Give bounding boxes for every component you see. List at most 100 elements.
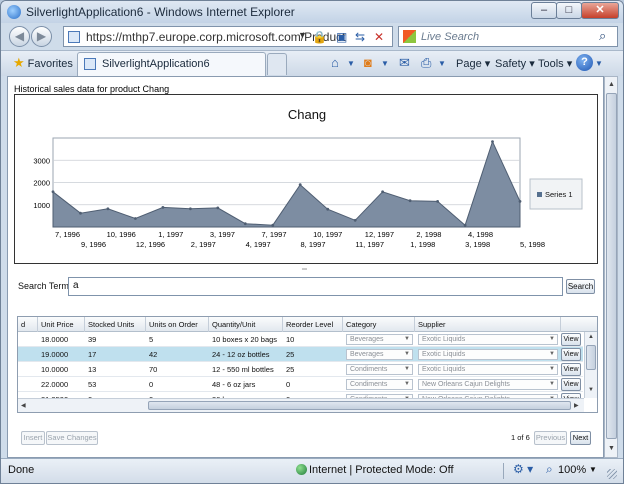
table-cell[interactable]: 39 bbox=[85, 332, 146, 347]
splitter-grip-icon[interactable]: ═ bbox=[302, 266, 307, 273]
table-cell[interactable]: 0 bbox=[146, 377, 209, 392]
security-zone[interactable]: Internet | Protected Mode: Off bbox=[309, 464, 454, 476]
chevron-down-icon[interactable]: ▼ bbox=[404, 380, 410, 389]
table-cell[interactable]: 10 bbox=[283, 332, 343, 347]
search-placeholder[interactable]: Live Search bbox=[421, 31, 479, 43]
search-button[interactable]: Search bbox=[566, 279, 595, 294]
scroll-up-icon[interactable]: ▲ bbox=[588, 334, 594, 340]
address-dropdown-icon[interactable]: ▼ bbox=[298, 30, 307, 40]
table-cell[interactable]: 48 - 6 oz jars bbox=[209, 377, 283, 392]
grid-vertical-scrollbar[interactable]: ▲ ▼ bbox=[584, 332, 597, 398]
new-tab-button[interactable] bbox=[267, 53, 287, 75]
table-cell[interactable]: 19.0000 bbox=[38, 347, 85, 362]
chevron-down-icon[interactable]: ▼ bbox=[549, 335, 555, 344]
forward-button[interactable]: ▶ bbox=[31, 26, 52, 47]
chevron-down-icon[interactable]: ▼ bbox=[404, 350, 410, 359]
column-header[interactable]: Unit Price bbox=[38, 317, 85, 332]
refresh-icon[interactable]: ⇆ bbox=[355, 30, 365, 44]
close-button[interactable]: ✕ bbox=[581, 2, 619, 19]
supplier-combo[interactable]: Exotic Liquids ▼ bbox=[418, 349, 558, 360]
supplier-combo[interactable]: New Orleans Cajun Delights ▼ bbox=[418, 379, 558, 390]
rss-feed-icon[interactable]: ◙ bbox=[364, 55, 372, 70]
address-bar[interactable]: https://mthp7.europe.corp.microsoft.com/… bbox=[63, 26, 393, 47]
column-header[interactable]: Quantity/Unit bbox=[209, 317, 283, 332]
help-icon[interactable]: ? bbox=[576, 54, 593, 71]
view-button[interactable]: View bbox=[561, 333, 581, 346]
tools-icon[interactable]: ⚙ ▾ bbox=[513, 462, 533, 476]
scroll-up-icon[interactable]: ▲ bbox=[606, 78, 617, 92]
table-cell[interactable]: 5 bbox=[146, 332, 209, 347]
table-row[interactable]: 10.0000 13 70 12 - 550 ml bottles 25 Condimen… bbox=[18, 362, 583, 377]
scroll-down-icon[interactable]: ▼ bbox=[606, 442, 617, 456]
lock-icon[interactable]: 🔒 bbox=[312, 30, 327, 44]
maximize-button[interactable]: □ bbox=[556, 2, 582, 19]
view-button[interactable]: View bbox=[561, 378, 581, 391]
mail-icon[interactable]: ✉ bbox=[399, 55, 410, 71]
next-button[interactable]: Next bbox=[570, 431, 591, 445]
zoom-level[interactable]: 100% bbox=[558, 464, 586, 476]
resize-grip-icon[interactable] bbox=[607, 469, 617, 479]
table-row[interactable]: 22.0000 53 0 48 - 6 oz jars 0 Condiments ▼ New … bbox=[18, 377, 583, 392]
page-menu[interactable]: Page ▾ bbox=[456, 57, 490, 70]
search-box[interactable]: Live Search ⌕ bbox=[398, 26, 618, 47]
grid-vertical-thumb[interactable] bbox=[586, 345, 596, 370]
table-row[interactable]: 18.0000 39 5 10 boxes x 20 bags 10 Beverages ▼… bbox=[18, 332, 583, 347]
back-button[interactable]: ◀ bbox=[9, 26, 30, 47]
save-changes-button[interactable]: Save Changes bbox=[46, 431, 98, 445]
view-button[interactable]: View bbox=[561, 348, 581, 361]
column-header[interactable]: Category bbox=[343, 317, 415, 332]
chevron-down-icon[interactable]: ▼ bbox=[549, 380, 555, 389]
category-combo[interactable]: Condiments ▼ bbox=[346, 364, 413, 375]
print-icon[interactable]: ⎙ bbox=[421, 55, 431, 71]
table-cell[interactable]: 22.0000 bbox=[38, 377, 85, 392]
minimize-button[interactable]: – bbox=[531, 2, 557, 19]
supplier-combo[interactable]: Exotic Liquids ▼ bbox=[418, 364, 558, 375]
chevron-down-icon[interactable]: ▼ bbox=[404, 335, 410, 344]
category-combo[interactable]: Beverages ▼ bbox=[346, 334, 413, 345]
chevron-down-icon[interactable]: ▼ bbox=[404, 365, 410, 374]
stop-icon[interactable]: ✕ bbox=[374, 30, 384, 44]
safety-menu[interactable]: Safety ▾ bbox=[495, 57, 535, 70]
table-cell[interactable]: 25 bbox=[283, 362, 343, 377]
category-combo[interactable]: Beverages ▼ bbox=[346, 349, 413, 360]
previous-button[interactable]: Previous bbox=[534, 431, 567, 445]
grid-horizontal-scrollbar[interactable]: ◀ ▶ bbox=[18, 398, 584, 412]
feed-dropdown-icon[interactable]: ▼ bbox=[381, 59, 389, 68]
table-cell[interactable]: 10 boxes x 20 bags bbox=[209, 332, 283, 347]
search-go-icon[interactable]: ⌕ bbox=[599, 28, 606, 44]
favorites-button[interactable]: ★ Favorites bbox=[7, 54, 79, 73]
tab-active[interactable]: SilverlightApplication6 bbox=[77, 52, 266, 77]
search-term-input[interactable]: a bbox=[68, 277, 563, 296]
table-cell[interactable]: 10.0000 bbox=[38, 362, 85, 377]
table-cell[interactable]: 17 bbox=[85, 347, 146, 362]
column-header[interactable]: Stocked Units bbox=[85, 317, 146, 332]
print-dropdown-icon[interactable]: ▼ bbox=[438, 59, 446, 68]
table-cell[interactable]: 18.0000 bbox=[38, 332, 85, 347]
column-header[interactable]: Supplier bbox=[415, 317, 561, 332]
column-header[interactable]: d bbox=[18, 317, 38, 332]
insert-button[interactable]: Insert bbox=[21, 431, 45, 445]
zoom-dropdown-icon[interactable]: ▼ bbox=[589, 465, 597, 474]
home-icon[interactable]: ⌂ bbox=[331, 55, 339, 70]
table-cell[interactable]: 53 bbox=[85, 377, 146, 392]
scroll-down-icon[interactable]: ▼ bbox=[588, 387, 594, 393]
table-cell[interactable]: 42 bbox=[146, 347, 209, 362]
home-dropdown-icon[interactable]: ▼ bbox=[347, 59, 355, 68]
grid-horizontal-thumb[interactable] bbox=[148, 401, 571, 410]
scroll-right-icon[interactable]: ▶ bbox=[574, 402, 579, 409]
supplier-combo[interactable]: Exotic Liquids ▼ bbox=[418, 334, 558, 345]
compatibility-icon[interactable]: ▣ bbox=[336, 30, 347, 44]
table-cell[interactable]: 70 bbox=[146, 362, 209, 377]
tools-menu[interactable]: Tools ▾ bbox=[538, 57, 572, 70]
table-cell[interactable]: 13 bbox=[85, 362, 146, 377]
page-vertical-scrollbar[interactable]: ▲ ▼ bbox=[604, 76, 618, 458]
table-cell[interactable]: 24 - 12 oz bottles bbox=[209, 347, 283, 362]
chevron-down-icon[interactable]: ▼ bbox=[549, 350, 555, 359]
column-header[interactable]: Reorder Level bbox=[283, 317, 343, 332]
page-scroll-thumb[interactable] bbox=[606, 93, 617, 439]
help-dropdown-icon[interactable]: ▼ bbox=[595, 59, 603, 68]
scroll-left-icon[interactable]: ◀ bbox=[21, 402, 26, 409]
chevron-down-icon[interactable]: ▼ bbox=[549, 365, 555, 374]
table-cell[interactable]: 0 bbox=[283, 377, 343, 392]
table-cell[interactable]: 25 bbox=[283, 347, 343, 362]
